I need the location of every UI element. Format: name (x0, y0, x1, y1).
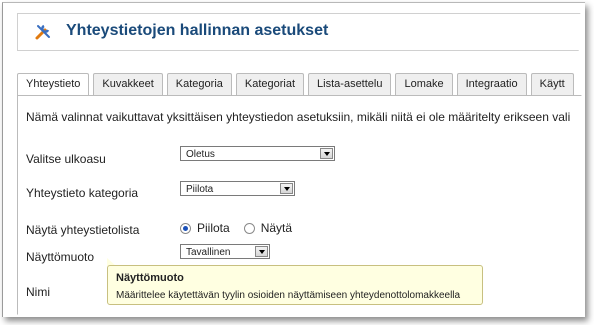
tab-bar: Yhteystieto Kuvakkeet Kategoria Kategori… (17, 73, 585, 96)
chevron-down-icon[interactable] (255, 246, 268, 257)
category-label: Yhteystieto kategoria (26, 186, 139, 200)
category-select[interactable]: Piilota (180, 181, 295, 196)
tab-lomake[interactable]: Lomake (395, 73, 453, 95)
window-frame: Yhteystietojen hallinnan asetukset Yhtey… (2, 2, 585, 317)
category-select-value: Piilota (186, 184, 214, 195)
radio-nayta-label: Näytä (260, 221, 293, 235)
radio-nayta[interactable] (243, 222, 255, 234)
tab-kategoria[interactable]: Kategoria (166, 73, 232, 95)
display-format-select[interactable]: Tavallinen (180, 244, 270, 259)
page-title: Yhteystietojen hallinnan asetukset (66, 22, 329, 39)
layout-label: Valitse ulkoasu (26, 152, 106, 166)
display-format-label: Näyttömuoto (26, 250, 95, 264)
display-format-tooltip: Näyttömuoto Määrittelee käytettävän tyyl… (107, 265, 483, 305)
layout-select-value: Oletus (186, 149, 215, 160)
contact-list-radio-group: Piilota Näytä (180, 221, 292, 235)
chevron-down-icon[interactable] (320, 148, 333, 159)
display-format-select-value: Tavallinen (186, 247, 231, 258)
tooltip-title: Näyttömuoto (116, 272, 184, 284)
tab-lista-asettelu[interactable]: Lista-asettelu (308, 73, 392, 95)
contact-list-label: Näytä yhteystietolista (26, 223, 140, 237)
tab-integraatio[interactable]: Integraatio (456, 73, 527, 95)
tab-kuvakkeet[interactable]: Kuvakkeet (93, 73, 163, 95)
radio-piilota-label: Piilota (197, 221, 230, 235)
tooltip-text: Määrittelee käytettävän tyylin osioiden … (116, 290, 461, 301)
name-label: Nimi (26, 285, 50, 299)
tools-icon (34, 23, 52, 41)
tab-kategoriat[interactable]: Kategoriat (235, 73, 305, 95)
panel-description: Nämä valinnat vaikuttavat yksittäisen yh… (26, 110, 571, 124)
radio-piilota[interactable] (180, 222, 191, 234)
tab-kaytt[interactable]: Käytt (530, 73, 574, 95)
layout-select[interactable]: Oletus (180, 146, 335, 161)
page-header: Yhteystietojen hallinnan asetukset (17, 13, 585, 51)
tab-yhteystieto[interactable]: Yhteystieto (17, 73, 90, 96)
chevron-down-icon[interactable] (280, 183, 293, 194)
